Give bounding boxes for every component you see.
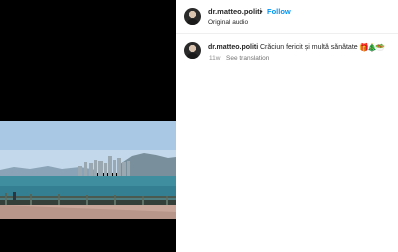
comment-timestamp[interactable]: 11w <box>209 54 220 63</box>
original-audio-link[interactable]: Original audio <box>208 18 248 27</box>
commenter-avatar[interactable] <box>184 42 201 59</box>
comment-text: Crăciun fericit și multă sănătate <box>260 44 358 51</box>
salad-emoji-icon: 🥗 <box>375 43 385 52</box>
commenter-username[interactable]: dr.matteo.politi <box>208 43 258 53</box>
separator-dot: • <box>260 7 263 16</box>
video-player[interactable] <box>0 0 176 252</box>
post-panel: dr.matteo.politi • Follow Original audio… <box>176 0 398 252</box>
follow-button[interactable]: Follow <box>267 7 291 17</box>
video-frame <box>0 0 176 252</box>
post-header: dr.matteo.politi • Follow Original audio <box>176 0 398 34</box>
author-avatar[interactable] <box>184 8 201 25</box>
author-username[interactable]: dr.matteo.politi <box>208 7 262 17</box>
see-translation-link[interactable]: See translation <box>226 54 269 63</box>
